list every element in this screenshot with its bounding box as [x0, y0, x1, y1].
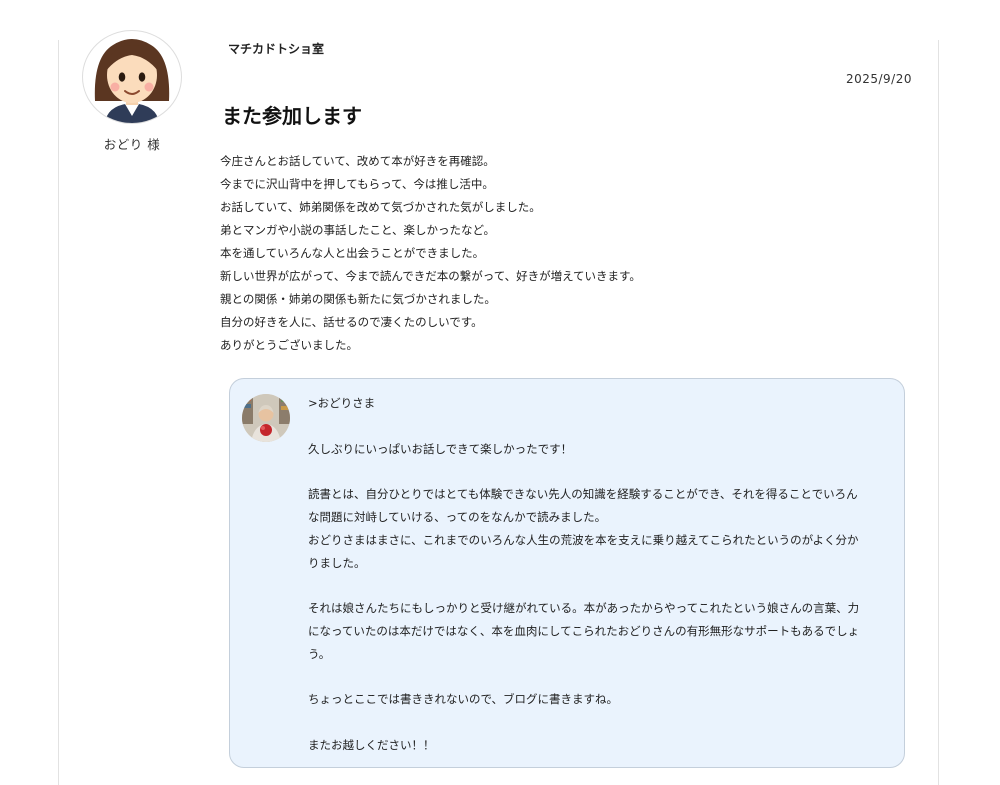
reply-line: ちょっとここでは書ききれないので、ブログに書きますね。 — [308, 692, 619, 707]
review-body-line: 今までに沢山背中を押してもらって、今は推し活中。 — [220, 177, 494, 191]
review-body-line: 自分の好きを人に、話せるので凄くたのしいです。 — [220, 315, 483, 329]
reply-line — [308, 666, 890, 689]
reply-line: またお越しください！！ — [308, 737, 435, 752]
post-date: 2025/9/20 — [845, 72, 912, 86]
frame-left-border — [58, 40, 59, 785]
reviewer-name: おどり 様 — [103, 137, 161, 152]
woman-avatar-icon — [82, 30, 182, 124]
reply-line: になっていたのは本だけではなく、本を血肉にしてこられたおどりさんの有形無形なサポ… — [308, 623, 860, 638]
review-body-line: 弟とマンガや小説の事話したこと、楽しかったなど。 — [220, 223, 495, 237]
review-body-line: ありがとうございました。 — [220, 338, 358, 352]
reply-line: う。 — [308, 646, 331, 661]
reviewer-block: おどり 様 — [82, 30, 182, 153]
reply-line: おどりさまはまさに、これまでのいろんな人生の荒波を本を支えに乗り越えてこられたと… — [308, 532, 859, 547]
review-body-line: 本を通していろんな人と出会うことができました。 — [220, 246, 485, 260]
reply-text: >おどりさま 久しぶりにいっぱいお話しできて楽しかったです！ 読書とは、自分ひと… — [308, 392, 890, 757]
reply-line — [308, 460, 890, 483]
reply-line: りました。 — [308, 555, 366, 570]
reply-box: >おどりさま 久しぶりにいっぱいお話しできて楽しかったです！ 読書とは、自分ひと… — [229, 378, 905, 768]
reply-line: >おどりさま — [308, 396, 376, 410]
review-body: 今庄さんとお話していて、改めて本が好きを再確認。 今までに沢山背中を押してもらっ… — [220, 150, 900, 357]
reply-line — [308, 574, 890, 597]
reply-line: 読書とは、自分ひとりではとても体験できない先人の知識を経験することができ、それを… — [308, 487, 858, 502]
review-body-line: 今庄さんとお話していて、改めて本が好きを再確認。 — [220, 154, 495, 168]
reply-line: それは娘さんたちにもしっかりと受け継がれている。本があったからやってこれたという… — [308, 601, 860, 616]
shop-name: マチカドトショ室 — [228, 42, 325, 56]
reply-line: な問題に対峙していける、ってのをなんかで読みました。 — [308, 509, 607, 524]
reply-line — [308, 415, 890, 438]
staff-photo-avatar — [242, 394, 290, 442]
review-body-line: お話していて、姉弟関係を改めて気づかされた気がしました。 — [220, 200, 541, 214]
review-body-line: 親との関係・姉弟の関係も新たに気づかされました。 — [220, 292, 496, 306]
review-body-line: 新しい世界が広がって、今まで読んできだ本の繋がって、好きが増えていきます。 — [220, 269, 641, 283]
review-title: また参加します — [222, 104, 362, 128]
reply-line: 久しぶりにいっぱいお話しできて楽しかったです！ — [308, 441, 573, 456]
reply-line — [308, 711, 890, 734]
frame-right-border — [938, 40, 939, 785]
